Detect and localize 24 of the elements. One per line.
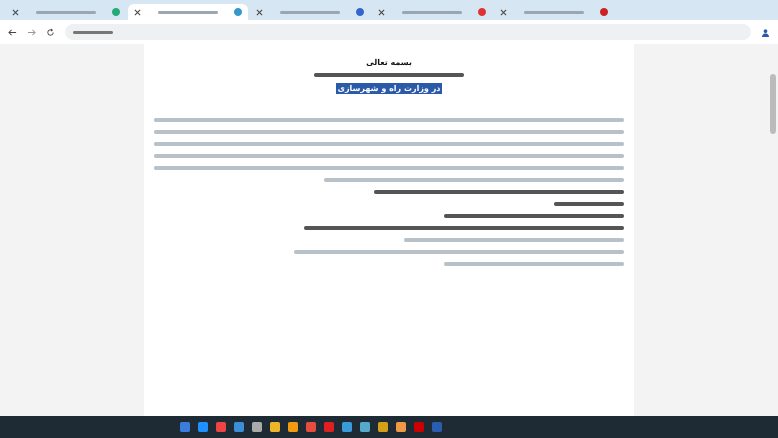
favicon-icon [356, 8, 364, 16]
scrollbar-thumb[interactable] [770, 74, 776, 134]
close-icon[interactable] [256, 8, 263, 16]
favicon-icon [112, 8, 120, 16]
profile-icon[interactable] [761, 28, 770, 36]
favicon-icon [600, 8, 608, 16]
document-title: بسمه تعالی [366, 58, 412, 67]
favicon-icon [478, 8, 486, 16]
favicon-icon [234, 8, 242, 16]
back-icon[interactable] [8, 28, 17, 36]
close-icon[interactable] [12, 8, 19, 16]
blurred-tab-title [158, 10, 218, 14]
blurred-tab-title [402, 10, 462, 14]
reload-icon[interactable] [46, 28, 55, 36]
forward-icon[interactable] [27, 28, 36, 36]
blurred-tab-title [36, 10, 96, 14]
blurred-tab-title [524, 10, 584, 14]
blurred-text-line [554, 202, 624, 206]
close-icon[interactable] [134, 8, 141, 16]
close-icon[interactable] [500, 8, 507, 16]
selected-text: در وزارت راه و شهرسازی [336, 83, 442, 94]
close-icon[interactable] [378, 8, 385, 16]
blurred-url [73, 30, 113, 34]
blurred-tab-title [280, 10, 340, 14]
